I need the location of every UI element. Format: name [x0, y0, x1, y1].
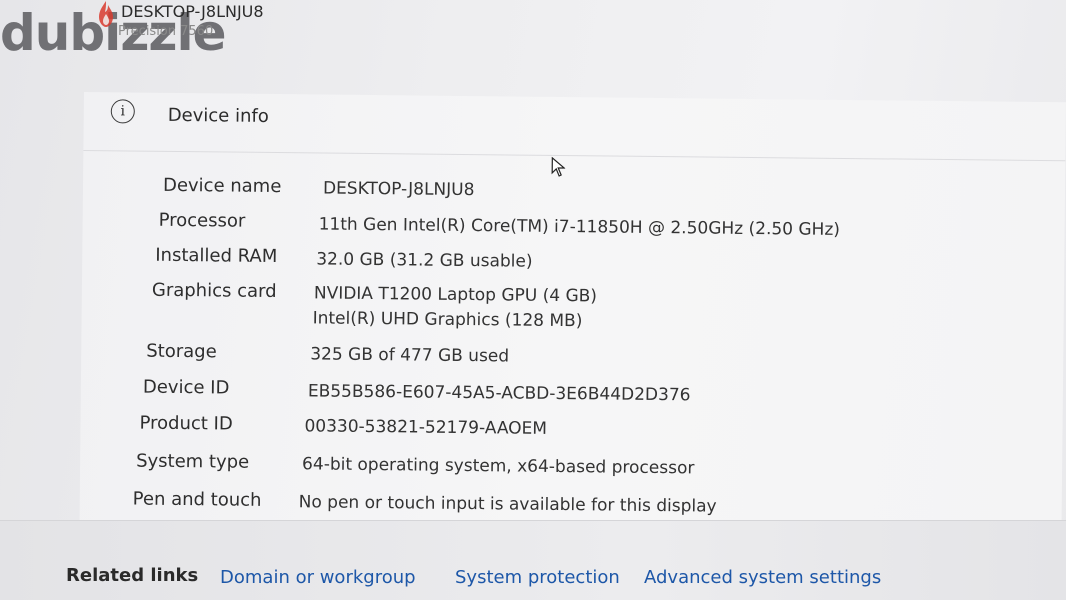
divider	[0, 520, 1066, 521]
row-label-processor: Processor	[158, 209, 246, 232]
row-value-device-id[interactable]: EB55B586-E607-45A5-ACBD-3E6B44D2D376	[308, 381, 691, 405]
row-value-graphics-card-2[interactable]: Intel(R) UHD Graphics (128 MB)	[313, 308, 583, 331]
device-info-rows: Device name DESKTOP-J8LNJU8 Processor 11…	[79, 92, 1065, 532]
advanced-system-settings-link[interactable]: Advanced system settings	[644, 567, 881, 588]
row-label-installed-ram: Installed RAM	[155, 244, 278, 268]
device-header-name: DESKTOP-J8LNJU8	[121, 2, 264, 21]
flame-logo-icon	[99, 1, 113, 27]
row-value-installed-ram[interactable]: 32.0 GB (31.2 GB usable)	[316, 249, 532, 271]
row-label-product-id: Product ID	[139, 412, 233, 435]
related-links-label: Related links	[66, 565, 199, 586]
row-value-system-type[interactable]: 64-bit operating system, x64-based proce…	[302, 454, 694, 478]
row-label-device-name: Device name	[162, 174, 282, 198]
device-info-card: i Device info Device name DESKTOP-J8LNJU…	[79, 92, 1066, 533]
domain-or-workgroup-link[interactable]: Domain or workgroup	[220, 567, 416, 588]
row-label-storage: Storage	[146, 340, 217, 363]
row-value-storage[interactable]: 325 GB of 477 GB used	[310, 344, 509, 366]
header-area: dubizzle DESKTOP-J8LNJU8 Precision 7560	[0, 0, 1066, 92]
row-value-pen-and-touch[interactable]: No pen or touch input is available for t…	[299, 492, 717, 516]
device-header-model: Precision 7560	[118, 24, 214, 39]
related-links-bar: Related links Domain or workgroup System…	[0, 520, 1066, 600]
system-protection-link[interactable]: System protection	[455, 567, 620, 588]
row-label-graphics-card: Graphics card	[151, 279, 277, 303]
row-value-processor[interactable]: 11th Gen Intel(R) Core(TM) i7-11850H @ 2…	[319, 214, 841, 239]
row-value-graphics-card-1[interactable]: NVIDIA T1200 Laptop GPU (4 GB)	[314, 283, 597, 306]
row-label-device-id: Device ID	[142, 376, 230, 399]
row-label-pen-and-touch: Pen and touch	[132, 488, 262, 511]
row-value-product-id[interactable]: 00330-53821-52179-AAOEM	[304, 416, 547, 439]
row-value-device-name[interactable]: DESKTOP-J8LNJU8	[323, 179, 475, 201]
row-label-system-type: System type	[136, 450, 250, 473]
